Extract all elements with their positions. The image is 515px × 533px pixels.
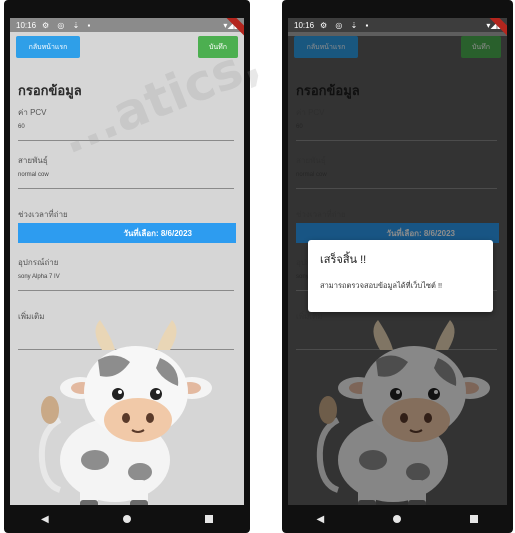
pcv-field[interactable]: ค่า PCV 60 [18,106,234,141]
dialog-title: เสร็จสิ้น !! [320,254,367,266]
breed-underline [18,188,234,189]
back-nav-icon[interactable]: ◀ [317,514,325,525]
top-actions: กลับหน้าแรก บันทึก [10,36,244,62]
pcv-underline [18,140,234,141]
status-time: 10:16 [16,20,37,30]
breed-value[interactable]: normal cow [18,172,234,178]
status-time: 10:16 [294,20,315,30]
pcv-label: ค่า PCV [18,108,47,117]
status-bar: 10:16 ⚙ ◎ ⇣ ▪ ▾◢▮ [288,18,507,38]
status-icons: ⚙ ◎ ⇣ ▪ [320,20,372,30]
breed-label: สายพันธุ์ [18,156,48,165]
device-underline [18,290,234,291]
device-label: อุปกรณ์ถ่าย [18,258,59,267]
home-button[interactable]: กลับหน้าแรก [16,36,80,58]
recents-nav-icon[interactable] [204,515,213,523]
cow-illustration [38,320,212,505]
android-nav-bar: ◀ [4,505,250,533]
device-value[interactable]: sony Alpha 7 IV [18,274,234,280]
status-icons: ⚙ ◎ ⇣ ▪ [42,20,94,30]
pcv-value[interactable]: 60 [18,124,234,130]
time-field: ช่วงเวลาที่ถ่าย [18,208,234,221]
phone-form-screen: 10:16 ⚙ ◎ ⇣ ▪ ▾◢▮ กลับหน้าแรก บันทึก กรอ… [4,0,250,533]
phone-dialog-screen: 10:16 ⚙ ◎ ⇣ ▪ ▾◢▮ กลับหน้าแรก บันทึก กรอ… [282,0,513,533]
home-nav-icon[interactable] [122,515,131,523]
app-screen-dimmed: 10:16 ⚙ ◎ ⇣ ▪ ▾◢▮ กลับหน้าแรก บันทึก กรอ… [288,18,507,505]
home-nav-icon[interactable] [393,515,402,523]
back-nav-icon[interactable]: ◀ [41,514,49,525]
success-dialog: เสร็จสิ้น !! สามารถตรวจสอบข้อมูลได้ที่เว… [308,240,493,312]
app-screen: 10:16 ⚙ ◎ ⇣ ▪ ▾◢▮ กลับหน้าแรก บันทึก กรอ… [10,18,244,505]
date-picker-button[interactable]: วันที่เลือก: 8/6/2023 [18,223,236,243]
time-label: ช่วงเวลาที่ถ่าย [18,210,68,219]
recents-nav-icon[interactable] [470,515,479,523]
save-button[interactable]: บันทึก [198,36,238,58]
dialog-message: สามารถตรวจสอบข้อมูลได้ที่เว็บไซต์ !! [320,281,443,290]
form-title: กรอกข้อมูล [18,83,82,98]
device-field[interactable]: อุปกรณ์ถ่าย sony Alpha 7 IV [18,256,234,291]
android-nav-bar: ◀ [282,505,513,533]
status-bar: 10:16 ⚙ ◎ ⇣ ▪ ▾◢▮ [10,18,244,38]
breed-field[interactable]: สายพันธุ์ normal cow [18,154,234,189]
